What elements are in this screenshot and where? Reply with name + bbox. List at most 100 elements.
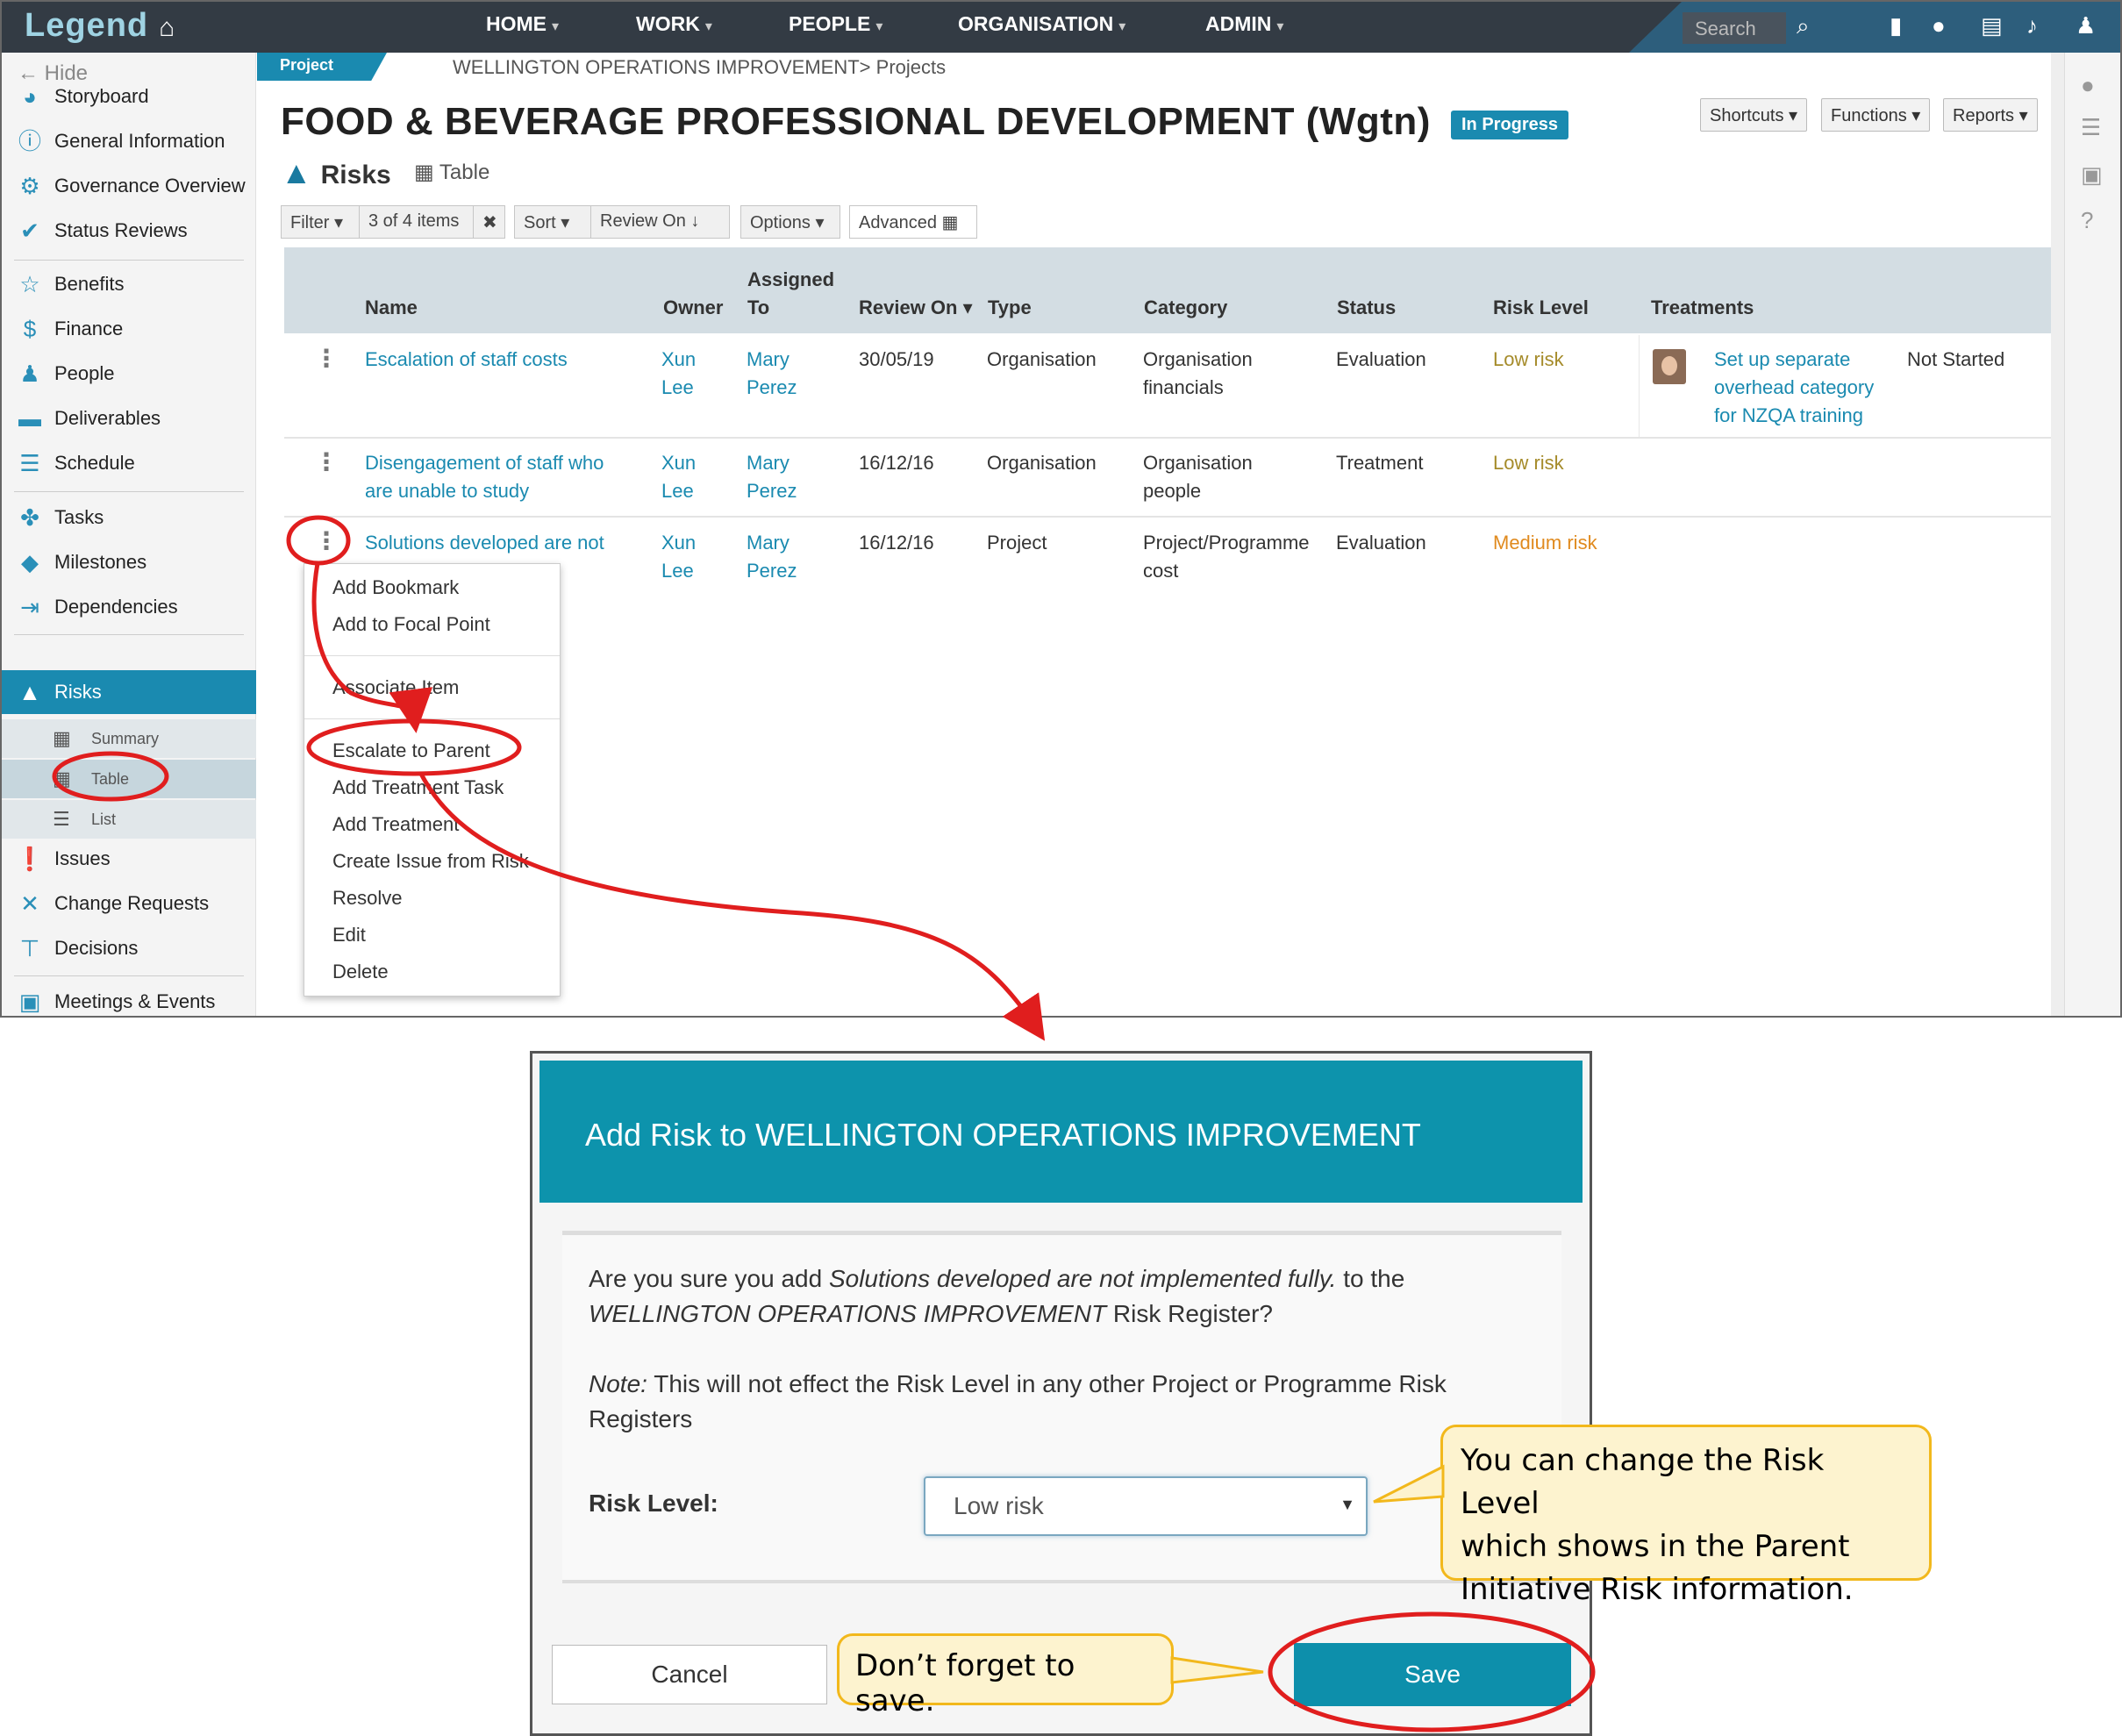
risk-name-link[interactable]: Escalation of staff costs [365,346,568,374]
row-menu-icon[interactable]: ⋮ [314,344,339,373]
breadcrumb[interactable]: WELLINGTON OPERATIONS IMPROVEMENT> Proje… [453,56,946,79]
owner-link[interactable]: Xun [661,346,696,374]
help-icon[interactable]: ? [2081,207,2093,234]
assigned-link[interactable]: Perez [747,477,797,505]
shortcuts-button[interactable]: Shortcuts ▾ [1700,98,1808,132]
treatment-link[interactable]: overhead category [1714,374,1874,402]
sort-button[interactable]: Sort ▾ [514,205,591,239]
header-assigned-to[interactable]: To [747,296,769,319]
save-button[interactable]: Save [1294,1643,1571,1706]
risk-name-link[interactable]: Solutions developed are not [365,529,604,557]
sidebar-subitem-table[interactable]: ▦ Table [2,760,256,798]
risk-name-link[interactable]: Disengagement of staff who [365,449,604,477]
header-status[interactable]: Status [1337,296,1396,319]
sidebar-item-governance-overview[interactable]: ⚙ Governance Overview [2,167,256,205]
view-switcher[interactable]: ▦ Table [414,160,489,185]
sidebar-item-schedule[interactable]: ☰ Schedule [2,444,256,482]
sidebar-item-tasks[interactable]: ✤ Tasks [2,498,256,537]
treatment-link[interactable]: for NZQA training [1714,402,1863,430]
type-cell: Organisation [987,452,1097,474]
menu-escalate-to-parent[interactable]: Escalate to Parent [332,739,490,762]
menu-delete[interactable]: Delete [332,961,389,983]
risk-level-select[interactable]: Low risk ▼ [924,1476,1368,1536]
bell-icon[interactable]: ♪ [2026,12,2038,39]
filter-button[interactable]: Filter ▾ [281,205,360,239]
menu-add-bookmark[interactable]: Add Bookmark [332,576,459,599]
nav-work[interactable]: WORK ▾ [636,12,712,36]
list-icon: ☰ [53,808,70,830]
menu-add-to-focal-point[interactable]: Add to Focal Point [332,613,490,636]
sidebar-item-milestones[interactable]: ◆ Milestones [2,543,256,582]
nav-admin[interactable]: ADMIN ▾ [1205,12,1283,36]
advanced-button[interactable]: Advanced ▦ [849,205,977,239]
header-risk-level[interactable]: Risk Level [1493,296,1589,319]
menu-add-treatment[interactable]: Add Treatment [332,813,459,836]
cancel-button[interactable]: Cancel [552,1645,827,1704]
owner-link[interactable]: Lee [661,477,694,505]
sidebar-item-finance[interactable]: $ Finance [2,310,256,348]
nav-home[interactable]: HOME ▾ [486,12,559,36]
menu-add-treatment-task[interactable]: Add Treatment Task [332,776,504,799]
functions-button[interactable]: Functions ▾ [1821,98,1931,132]
sidebar-item-issues[interactable]: ❗ Issues [2,839,256,878]
sidebar-subitem-label: List [91,811,117,828]
sidebar-item-storyboard[interactable]: ◕ Storyboard [2,77,256,116]
row-menu-icon[interactable]: ⋮ [314,447,339,476]
nav-people[interactable]: PEOPLE ▾ [789,12,882,36]
menu-create-issue-from-risk[interactable]: Create Issue from Risk [332,850,529,873]
list-icon[interactable]: ☰ [2081,114,2101,141]
assigned-link[interactable]: Perez [747,557,797,585]
options-button[interactable]: Options ▾ [740,205,840,239]
assigned-link[interactable]: Mary [747,529,789,557]
header-treatments[interactable]: Treatments [1651,296,1754,319]
sidebar-item-status-reviews[interactable]: ✔ Status Reviews [2,211,256,250]
caret-down-icon: ▾ [334,213,344,232]
menu-edit[interactable]: Edit [332,924,366,947]
owner-link[interactable]: Xun [661,529,696,557]
header-owner[interactable]: Owner [663,296,723,319]
header-assigned[interactable]: Assigned [747,268,834,291]
search-input[interactable]: Search [1683,12,1786,44]
header-category[interactable]: Category [1144,296,1227,319]
bookmark-icon[interactable]: ▮ [1890,12,1902,39]
project-tab[interactable]: Project [257,53,387,81]
menu-associate-item[interactable]: Associate Item [332,676,459,699]
reports-button[interactable]: Reports ▾ [1943,98,2038,132]
row-menu-icon[interactable]: ⋮ [314,526,339,555]
chat-icon[interactable]: ● [1932,12,1946,39]
risk-name-link[interactable]: are unable to study [365,477,529,505]
sidebar-subitem-list[interactable]: ☰ List [2,800,256,839]
user-icon[interactable]: ♟ [2076,12,2096,39]
nav-organisation[interactable]: ORGANISATION ▾ [958,12,1125,36]
header-review-on[interactable]: Review On ▾ [859,296,973,319]
logo[interactable]: Legend ⌂ [25,7,175,45]
sidebar-item-change-requests[interactable]: ✕ Change Requests [2,884,256,923]
document-icon[interactable]: ▤ [1981,12,2003,39]
sidebar-item-risks[interactable]: ▲ Risks [2,670,256,714]
lock-icon[interactable]: ▣ [2081,161,2103,189]
exclamation-icon: ❗ [15,846,45,872]
clear-filter-icon[interactable]: ✖ [474,205,505,239]
owner-link[interactable]: Lee [661,374,694,402]
sort-field[interactable]: Review On ↓ [591,205,730,239]
sidebar-item-decisions[interactable]: ⊤ Decisions [2,929,256,968]
assigned-link[interactable]: Perez [747,374,797,402]
menu-resolve[interactable]: Resolve [332,887,402,910]
sidebar-item-people[interactable]: ♟ People [2,354,256,393]
sidebar-item-deliverables[interactable]: ▬ Deliverables [2,399,256,438]
sidebar-item-dependencies[interactable]: ⇥ Dependencies [2,588,256,626]
sidebar-item-general-information[interactable]: ⓘ General Information [2,122,256,161]
header-name[interactable]: Name [365,296,418,319]
sidebar-item-meetings-events[interactable]: ▣ Meetings & Events [2,982,256,1016]
owner-link[interactable]: Xun [661,449,696,477]
table-icon: ▦ [53,768,71,789]
assigned-link[interactable]: Mary [747,346,789,374]
header-type[interactable]: Type [988,296,1032,319]
comment-icon[interactable]: ● [2081,72,2095,99]
search-icon[interactable]: ⌕ [1797,12,1810,40]
treatment-link[interactable]: Set up separate [1714,346,1850,374]
owner-link[interactable]: Lee [661,557,694,585]
sidebar-subitem-summary[interactable]: ▦ Summary [2,719,256,758]
assigned-link[interactable]: Mary [747,449,789,477]
sidebar-item-benefits[interactable]: ☆ Benefits [2,265,256,304]
